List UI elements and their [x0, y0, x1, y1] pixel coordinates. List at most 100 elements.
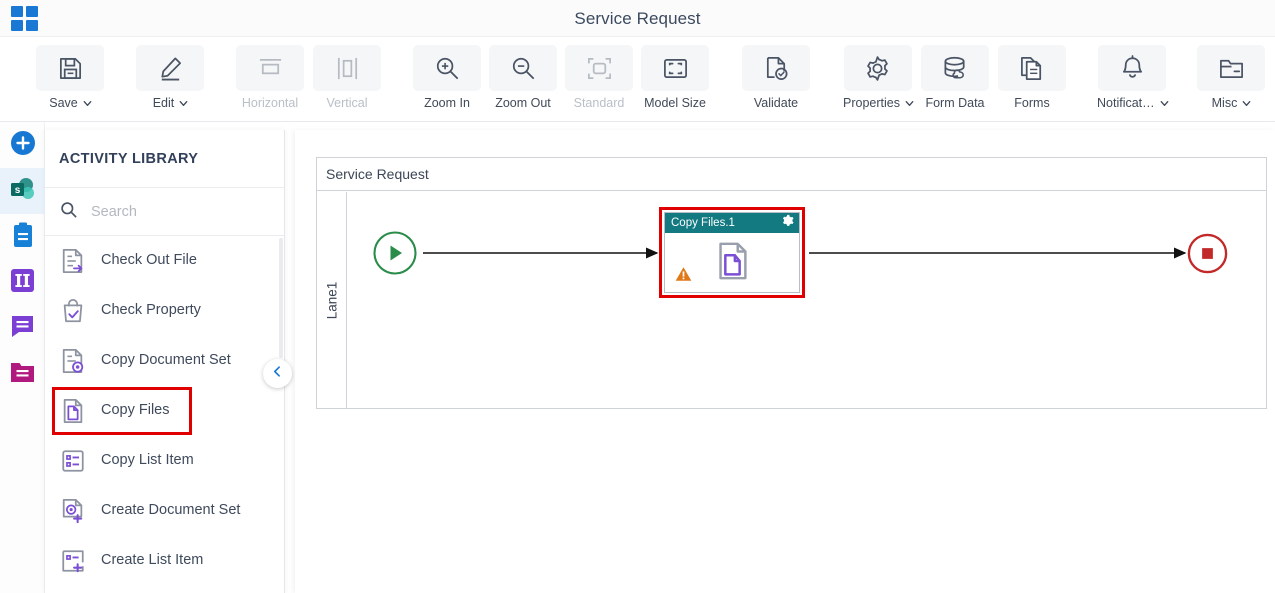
columns-icon	[10, 268, 35, 298]
copy-files-icon	[711, 240, 753, 287]
activity-item-create-document-set[interactable]: Create Document Set	[45, 486, 284, 536]
collapse-panel-button[interactable]	[263, 359, 292, 388]
copy-list-item-icon	[59, 447, 87, 475]
diagram-canvas[interactable]: Service Request Lane1 Copy Files.1	[295, 130, 1275, 593]
toolbar-button-label: Misc	[1212, 96, 1251, 110]
bell-icon	[1098, 45, 1167, 91]
title-bar: Service Request	[0, 0, 1275, 37]
toolbar-button-standard: Standard	[565, 45, 633, 110]
toolbar-button-label: Zoom Out	[495, 96, 551, 110]
gear-icon	[843, 45, 912, 91]
panel-scrollbar[interactable]	[279, 238, 283, 358]
activity-item-check-out-file[interactable]: Check Out File	[45, 236, 284, 286]
toolbar-button-validate[interactable]: Validate	[742, 45, 810, 110]
toolbar-button-notificat[interactable]: Notificat…	[1097, 45, 1169, 110]
toolbar-button-label: Validate	[754, 96, 798, 110]
toolbar-button-forms[interactable]: Forms	[998, 45, 1066, 110]
chevron-down-icon[interactable]	[1159, 98, 1169, 107]
chevron-down-icon[interactable]	[82, 98, 92, 107]
toolbar-button-text: Vertical	[326, 96, 368, 110]
toolbar-button-label: Horizontal	[242, 96, 298, 110]
activity-item-check-property[interactable]: Check Property	[45, 286, 284, 336]
toolbar-button-model-size[interactable]: Model Size	[641, 45, 709, 110]
toolbar-button-edit[interactable]: Edit	[136, 45, 204, 110]
lane-body[interactable]: Copy Files.1	[347, 192, 1266, 408]
copy-files-icon	[59, 397, 87, 425]
rail-item-library[interactable]	[0, 352, 45, 398]
plus-circle-icon	[10, 130, 36, 161]
left-rail: s	[0, 122, 45, 593]
zoom-in-icon	[413, 45, 481, 91]
page-title: Service Request	[574, 9, 701, 28]
toolbar-button-text: Form Data	[925, 96, 985, 110]
toolbar-button-text: Notificat…	[1097, 96, 1155, 110]
activity-item-copy-list-item[interactable]: Copy List Item	[45, 436, 284, 486]
check-property-icon	[59, 297, 87, 325]
sharepoint-icon: s	[9, 176, 36, 207]
chevron-down-icon[interactable]	[178, 98, 188, 107]
zoom-out-icon	[489, 45, 557, 91]
toolbar-button-properties[interactable]: Properties	[843, 45, 914, 110]
toolbar-button-misc[interactable]: Misc	[1197, 45, 1265, 110]
play-icon	[373, 231, 417, 275]
lane-label-text: Lane1	[324, 281, 340, 319]
rail-item-integrations[interactable]	[0, 260, 45, 306]
toolbar-button-text: Validate	[753, 96, 799, 110]
search-input[interactable]	[89, 202, 259, 221]
edit-pencil-icon	[136, 45, 204, 91]
toolbar-button-zoom-out[interactable]: Zoom Out	[489, 45, 557, 110]
rail-item-sharepoint[interactable]: s	[0, 168, 45, 214]
chevron-left-icon	[271, 365, 284, 383]
gear-icon[interactable]	[781, 214, 794, 232]
task-node-title: Copy Files.1	[671, 217, 735, 229]
validate-icon	[742, 45, 810, 91]
rail-item-messages[interactable]	[0, 306, 45, 352]
toolbar-button-label: Model Size	[644, 96, 706, 110]
toolbar-button-text: Properties	[843, 96, 900, 110]
lane-label: Lane1	[317, 192, 347, 408]
vertical-align-icon	[313, 45, 381, 91]
chevron-down-icon[interactable]	[904, 98, 914, 107]
create-list-item-icon	[59, 547, 87, 575]
svg-text:s: s	[15, 185, 21, 196]
activity-item-label: Create Document Set	[101, 502, 241, 519]
toolbar-button-label: Zoom In	[424, 96, 470, 110]
standard-size-icon	[565, 45, 633, 91]
toolbar-button-label: Save	[49, 96, 92, 110]
activity-item-copy-document-set[interactable]: Copy Document Set	[45, 336, 284, 386]
toolbar-button-zoom-in[interactable]: Zoom In	[413, 45, 481, 110]
folder-lines-icon	[10, 361, 35, 389]
start-event[interactable]	[371, 229, 419, 282]
activity-item-create-list-item[interactable]: Create List Item	[45, 536, 284, 586]
toolbar-button-text: Horizontal	[241, 96, 299, 110]
activity-library-panel: ACTIVITY LIBRARY Check Out File Check Pro…	[45, 130, 285, 593]
horizontal-align-icon	[236, 45, 304, 91]
clipboard-icon	[11, 222, 35, 253]
chevron-down-icon[interactable]	[1241, 98, 1251, 107]
activity-item-label: Check Property	[101, 302, 201, 319]
sequence-flows	[423, 247, 1187, 259]
misc-folder-icon	[1197, 45, 1265, 91]
toolbar-button-save[interactable]: Save	[36, 45, 104, 110]
stop-square-icon	[1187, 233, 1228, 274]
rail-item-add-new[interactable]	[0, 122, 45, 168]
activity-item-label: Copy Files	[101, 402, 170, 419]
pool-title: Service Request	[317, 158, 1266, 191]
activity-item-label: Copy List Item	[101, 452, 194, 469]
rail-item-tasks[interactable]	[0, 214, 45, 260]
model-size-icon	[641, 45, 709, 91]
activity-item-copy-files[interactable]: Copy Files	[45, 386, 284, 436]
toolbar-button-form-data[interactable]: Form Data	[921, 45, 989, 110]
chat-icon	[10, 314, 35, 344]
toolbar-button-label: Vertical	[327, 96, 368, 110]
toolbar-button-label: Properties	[843, 96, 914, 110]
task-node-copy-files[interactable]: Copy Files.1	[664, 212, 800, 293]
task-node-header: Copy Files.1	[665, 213, 799, 233]
end-event[interactable]	[1185, 231, 1230, 281]
search-row[interactable]	[45, 188, 284, 236]
bpmn-lane: Lane1 Copy Files.1	[317, 192, 1266, 408]
toolbar-button-text: Zoom In	[424, 96, 470, 110]
copy-document-set-icon	[59, 347, 87, 375]
toolbar-button-text: Misc	[1211, 96, 1238, 110]
toolbar: Save Edit Horizontal Vertical Zoom In Zoom Ou…	[0, 37, 1275, 122]
